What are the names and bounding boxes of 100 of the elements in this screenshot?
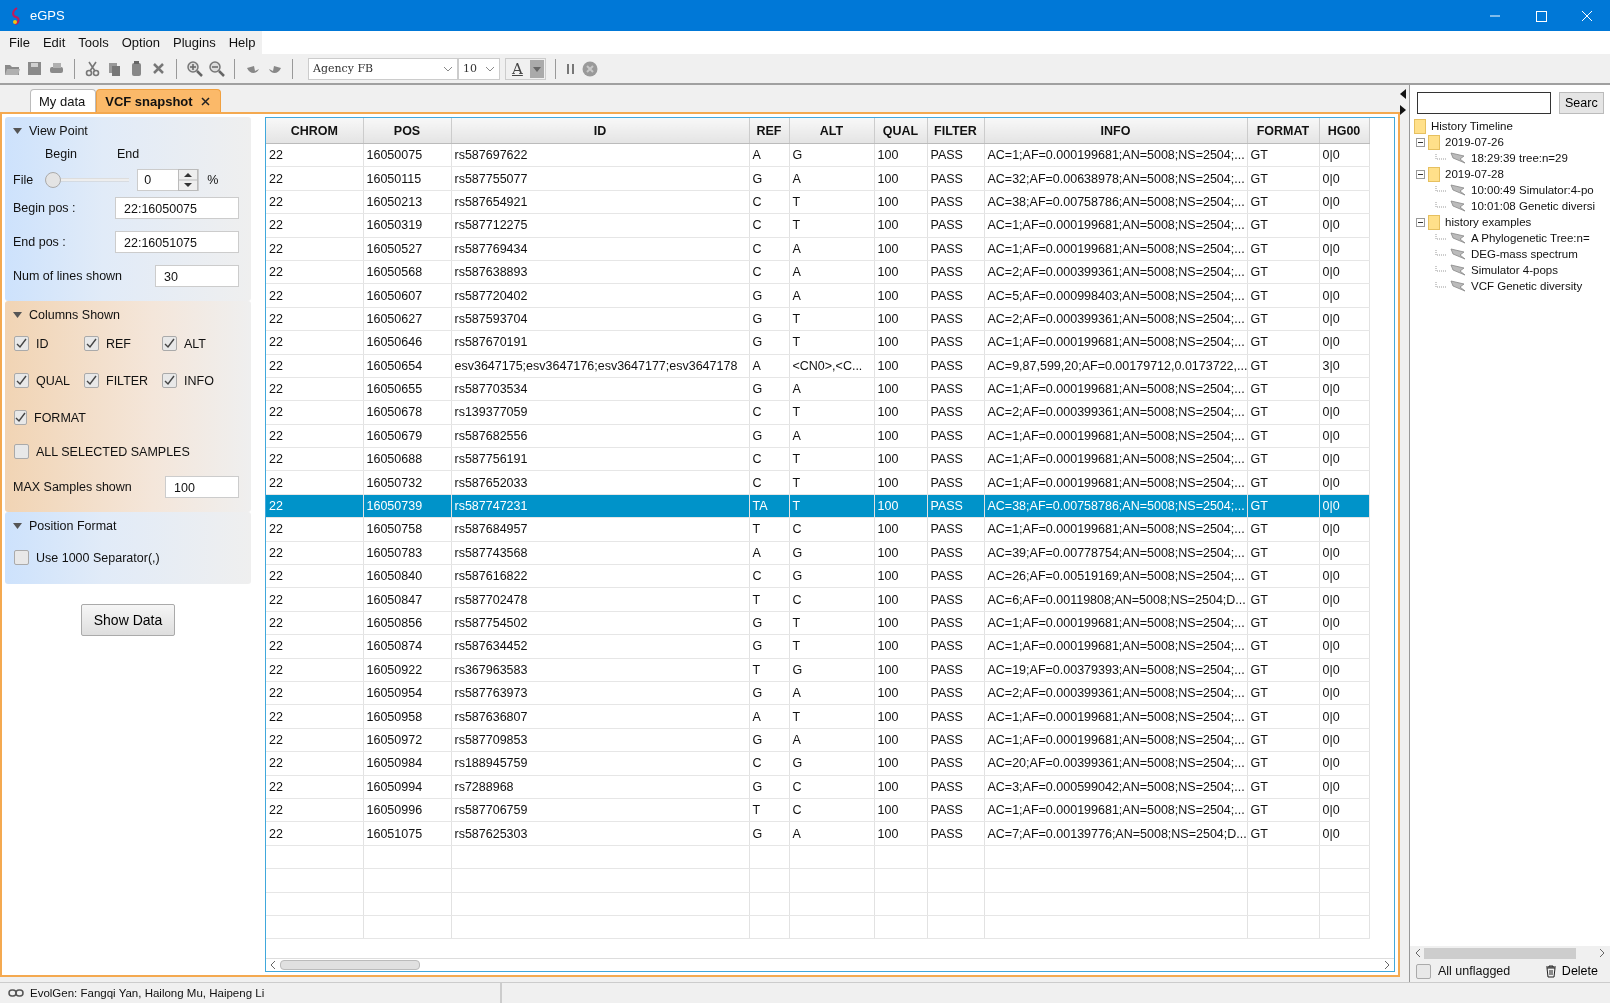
section-title[interactable]: View Point [29, 124, 88, 138]
cut-icon[interactable] [84, 60, 101, 77]
tree-item[interactable]: 2019-07-26 [1445, 136, 1504, 148]
menu-item[interactable]: Help [222, 31, 263, 54]
table-row[interactable]: 22 16050954 rs587763973 G A 100 PASS AC=2;AF=0.000399361;AN=5008;NS=2504;... GT 0|0 [266, 681, 1369, 705]
input-field[interactable]: 22:16050075 [115, 197, 239, 219]
tree-item[interactable]: History Timeline [1431, 120, 1513, 132]
table-row[interactable]: 22 16050527 rs587769434 C A 100 PASS AC=1;AF=0.000199681;AN=5008;NS=2504;... GT 0|0 [266, 237, 1369, 261]
input-field[interactable]: 30 [155, 265, 239, 287]
table-row[interactable]: 22 16050984 rs188945759 C G 100 PASS AC=20;AF=0.00399361;AN=5008;NS=2504;... GT 0|0 [266, 751, 1369, 776]
table-row[interactable]: 22 16050679 rs587682556 G A 100 PASS AC=1;AF=0.000199681;AN=5008;NS=2504;... GT 0|0 [266, 424, 1369, 448]
table-row[interactable]: 22 16050856 rs587754502 G T 100 PASS AC=1;AF=0.000199681;AN=5008;NS=2504;... GT 0|0 [266, 611, 1369, 635]
checkbox[interactable] [84, 336, 99, 351]
slider-thumb[interactable] [45, 172, 62, 188]
tree-item[interactable]: history examples [1445, 216, 1532, 228]
checkbox[interactable] [84, 373, 99, 388]
collapse-icon[interactable] [1416, 137, 1425, 147]
table-row[interactable]: 22 16050075 rs587697622 A G 100 PASS AC=1;AF=0.000199681;AN=5008;NS=2504;... GT 0|0 [266, 143, 1369, 167]
collapse-icon[interactable] [1416, 169, 1425, 179]
tree-item[interactable]: 2019-07-28 [1445, 168, 1504, 180]
search-field[interactable] [1417, 92, 1551, 114]
triangle-down-icon[interactable] [13, 521, 22, 531]
column-header[interactable]: INFO [984, 118, 1247, 144]
table-row[interactable]: 22 16050958 rs587636807 A T 100 PASS AC=1;AF=0.000199681;AN=5008;NS=2504;... GT 0|0 [266, 704, 1369, 729]
table-row[interactable]: 22 16050972 rs587709853 G A 100 PASS AC=1;AF=0.000199681;AN=5008;NS=2504;... GT 0|0 [266, 728, 1369, 752]
table-row[interactable]: 22 16050874 rs587634452 G T 100 PASS AC=1;AF=0.000199681;AN=5008;NS=2504;... GT 0|0 [266, 634, 1369, 659]
checkbox[interactable] [14, 550, 29, 565]
table-row[interactable]: 22 16050732 rs587652033 C T 100 PASS AC=1;AF=0.000199681;AN=5008;NS=2504;... GT 0|0 [266, 470, 1369, 495]
tree-item[interactable]: DEG-mass spectrum [1471, 248, 1578, 260]
delete-button[interactable]: Delete [1538, 963, 1604, 979]
table-row[interactable]: 22 16050646 rs587670191 G T 100 PASS AC=1;AF=0.000199681;AN=5008;NS=2504;... GT 0|0 [266, 330, 1369, 354]
table-row[interactable]: 22 16050568 rs587638893 C A 100 PASS AC=2;AF=0.000399361;AN=5008;NS=2504;... GT 0|0 [266, 260, 1369, 284]
column-header[interactable]: CHROM [266, 118, 363, 144]
tree-item[interactable]: VCF Genetic diversity [1471, 280, 1583, 292]
input-field[interactable]: 22:16051075 [115, 231, 239, 253]
collapse-left-icon[interactable] [1400, 89, 1406, 99]
tab[interactable]: VCF snapshot [96, 89, 221, 112]
table-row[interactable]: 22 16050115 rs587755077 G A 100 PASS AC=32;AF=0.00638978;AN=5008;NS=2504;... GT 0|0 [266, 166, 1369, 191]
spinner-field[interactable]: 0 [137, 169, 200, 191]
column-header[interactable]: FORMAT [1247, 118, 1319, 144]
horizontal-scrollbar[interactable] [1410, 946, 1610, 960]
tree-item[interactable]: 10:01:08 Genetic diversi [1471, 200, 1596, 212]
table-row[interactable]: 22 16050688 rs587756191 C T 100 PASS AC=1;AF=0.000199681;AN=5008;NS=2504;... GT 0|0 [266, 447, 1369, 471]
table-row[interactable]: 22 16050654 esv3647175;esv3647176;esv3647177;esv3647178 A <CN0>,<C... 100 PASS AC=9,87,599,20;AF=0.00179712,0.0173722,... GT 3|0 [266, 354, 1369, 378]
checkbox[interactable] [162, 373, 177, 388]
zoom-in-icon[interactable] [186, 60, 203, 77]
table-row[interactable]: 22 16050607 rs587720402 G A 100 PASS AC=5;AF=0.000998403;AN=5008;NS=2504;... GT 0|0 [266, 283, 1369, 308]
input-field[interactable]: 100 [165, 476, 239, 498]
table-row[interactable]: 22 16050994 rs7288968 G C 100 PASS AC=3;AF=0.000599042;AN=5008;NS=2504;... GT 0|0 [266, 775, 1369, 799]
table-row[interactable]: 22 16050758 rs587684957 T C 100 PASS AC=1;AF=0.000199681;AN=5008;NS=2504;... GT 0|0 [266, 517, 1369, 542]
column-header[interactable]: FILTER [927, 118, 984, 144]
triangle-down-icon[interactable] [13, 310, 22, 320]
font-size-dropdown[interactable]: 10 [458, 57, 500, 80]
column-header[interactable]: POS [363, 118, 451, 144]
horizontal-scrollbar[interactable] [266, 958, 1394, 971]
checkbox[interactable] [14, 336, 29, 351]
menu-item[interactable]: Tools [72, 31, 116, 54]
search-button[interactable]: Searc [1559, 92, 1604, 114]
zoom-out-icon[interactable] [208, 60, 225, 77]
column-header[interactable]: ALT [789, 118, 874, 144]
menu-item[interactable]: Option [115, 31, 168, 54]
column-header[interactable]: QUAL [874, 118, 927, 144]
column-header[interactable]: ID [451, 118, 749, 144]
pause-icon[interactable] [564, 62, 577, 75]
font-dropdown[interactable]: Agency FB [308, 57, 458, 80]
copy-icon[interactable] [106, 60, 123, 77]
collapse-icon[interactable] [1416, 217, 1425, 227]
checkbox[interactable] [14, 373, 29, 388]
tree-item[interactable]: Simulator 4-pops [1471, 264, 1558, 276]
column-header[interactable]: HG00 [1319, 118, 1369, 144]
table-row[interactable]: 22 16050319 rs587712275 C T 100 PASS AC=1;AF=0.000199681;AN=5008;NS=2504;... GT 0|0 [266, 213, 1369, 238]
checkbox[interactable] [1416, 963, 1431, 979]
table-row[interactable]: 22 16050655 rs587703534 G A 100 PASS AC=1;AF=0.000199681;AN=5008;NS=2504;... GT 0|0 [266, 377, 1369, 401]
menu-item[interactable]: File [3, 31, 37, 54]
section-title[interactable]: Position Format [29, 519, 117, 533]
collapse-right-icon[interactable] [1400, 105, 1406, 115]
table-row[interactable]: 22 16050213 rs587654921 C T 100 PASS AC=38;AF=0.00758786;AN=5008;NS=2504;... GT 0|0 [266, 190, 1369, 214]
tree-item[interactable]: 18:29:39 tree:n=29 [1471, 152, 1568, 164]
table-row[interactable]: 22 16050996 rs587706759 T C 100 PASS AC=1;AF=0.000199681;AN=5008;NS=2504;... GT 0|0 [266, 798, 1369, 822]
tree-item[interactable]: A Phylogenetic Tree:n= [1471, 232, 1590, 244]
table-row[interactable]: 22 16050678 rs139377059 C T 100 PASS AC=2;AF=0.000399361;AN=5008;NS=2504;... GT 0|0 [266, 400, 1369, 425]
table-row[interactable]: 22 16050840 rs587616822 C G 100 PASS AC=26;AF=0.00519169;AN=5008;NS=2504;... GT 0|0 [266, 564, 1369, 588]
table-row[interactable]: 22 16050922 rs367963583 T G 100 PASS AC=19;AF=0.00379393;AN=5008;NS=2504;... GT 0|0 [266, 658, 1369, 682]
checkbox[interactable] [14, 410, 27, 425]
tree-item[interactable]: 10:00:49 Simulator:4-po [1471, 184, 1594, 196]
save-icon[interactable] [26, 60, 43, 77]
show-data-button[interactable]: Show Data [80, 604, 176, 636]
close-icon[interactable] [200, 96, 210, 106]
table-row[interactable]: 22 16050627 rs587593704 G T 100 PASS AC=2;AF=0.000399361;AN=5008;NS=2504;... GT 0|0 [266, 307, 1369, 331]
menu-item[interactable]: Plugins [167, 31, 223, 54]
column-header[interactable]: REF [749, 118, 789, 144]
menu-item[interactable]: Edit [36, 31, 73, 54]
table-row[interactable]: 22 16050783 rs587743568 A G 100 PASS AC=39;AF=0.00778754;AN=5008;NS=2504;... GT 0|0 [266, 541, 1369, 565]
section-title[interactable]: Columns Shown [29, 308, 120, 322]
table-row[interactable]: 22 16050847 rs587702478 T C 100 PASS AC=6;AF=0.00119808;AN=5008;NS=2504;D... GT 0|0 [266, 587, 1369, 612]
triangle-down-icon[interactable] [13, 126, 22, 136]
checkbox[interactable] [162, 336, 177, 351]
tab[interactable]: My data [30, 89, 97, 112]
table-row[interactable]: 22 16051075 rs587625303 G A 100 PASS AC=7;AF=0.00139776;AN=5008;NS=2504;D... GT 0|0 [266, 821, 1369, 846]
checkbox[interactable] [14, 444, 29, 459]
